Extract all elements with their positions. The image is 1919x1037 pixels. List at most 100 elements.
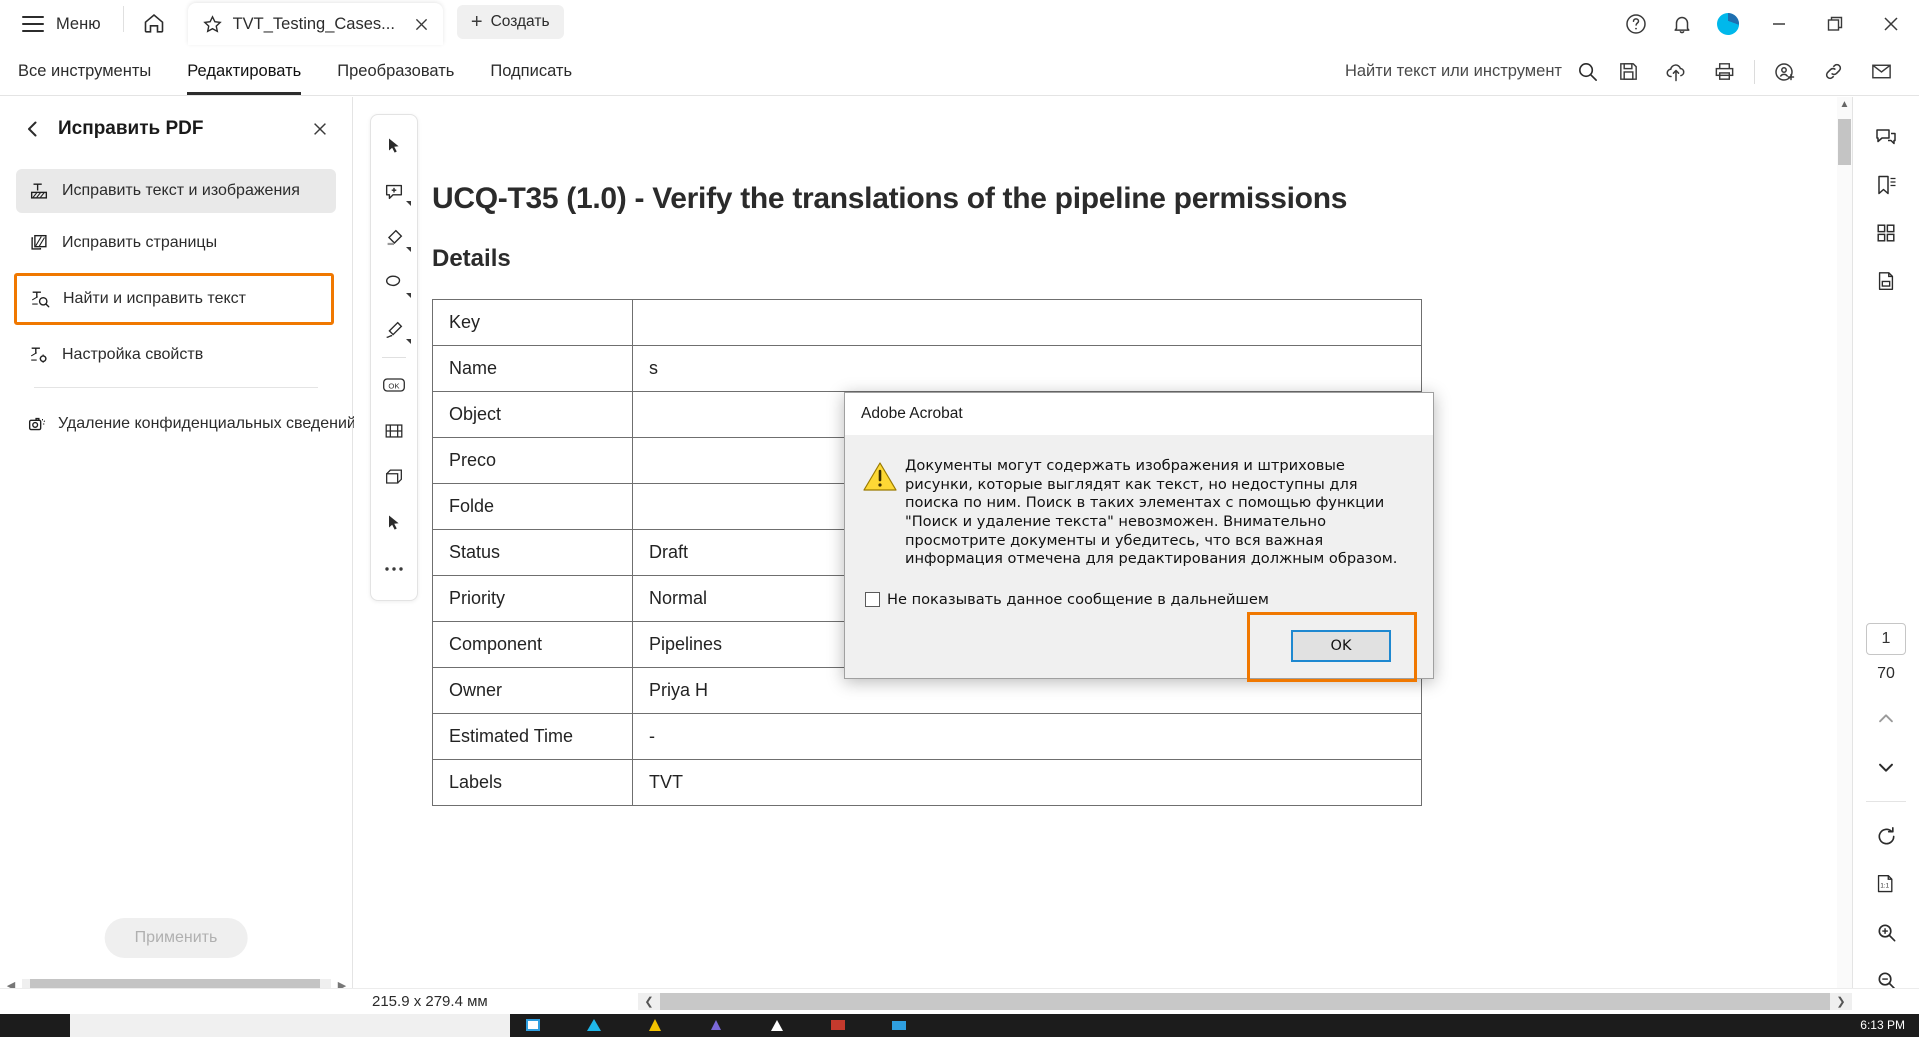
taskbar-app-icon[interactable] (586, 1018, 603, 1033)
media-film-icon[interactable] (374, 408, 414, 454)
dont-show-again-checkbox-row[interactable]: Не показывать данное сообщение в дальней… (845, 569, 1433, 608)
select-tool-icon[interactable] (374, 123, 414, 169)
scroll-right-arrow[interactable]: ❯ (1830, 995, 1852, 1008)
checkbox-label: Не показывать данное сообщение в дальней… (887, 591, 1269, 609)
scroll-thumb[interactable] (1838, 119, 1851, 165)
new-tab-button[interactable]: + Создать (456, 5, 564, 39)
draw-oval-icon[interactable] (374, 261, 414, 307)
object-select-icon[interactable] (374, 500, 414, 546)
taskbar-app-icon[interactable] (769, 1018, 786, 1033)
chevron-down-icon[interactable] (406, 201, 411, 206)
3d-object-icon[interactable] (374, 454, 414, 500)
taskbar-app-icon[interactable] (525, 1018, 542, 1033)
scroll-left-arrow[interactable]: ❮ (638, 995, 660, 1008)
table-cell-key: Owner (432, 667, 633, 714)
close-window-button[interactable] (1863, 0, 1919, 48)
print-icon[interactable] (1700, 49, 1748, 95)
cloud-upload-icon[interactable] (1652, 49, 1700, 95)
ok-button[interactable]: OK (1291, 630, 1391, 663)
search-icon[interactable] (1576, 60, 1599, 83)
close-tab-icon[interactable] (411, 13, 433, 35)
taskbar-app-icon[interactable] (708, 1018, 725, 1033)
highlight-tool-icon[interactable] (374, 215, 414, 261)
help-icon[interactable] (1613, 1, 1659, 47)
sidebar-item-edit-pages[interactable]: Исправить страницы (16, 221, 336, 265)
search-placeholder: Найти текст или инструмент (1344, 62, 1562, 80)
edit-text-image-icon (26, 180, 52, 202)
sidebar-item-edit-text-images[interactable]: Исправить текст и изображения (16, 169, 336, 213)
svg-text:OK: OK (388, 381, 400, 390)
panel-title: Исправить PDF (58, 118, 204, 139)
signature-tool-icon[interactable] (374, 307, 414, 353)
taskbar-icons (525, 1014, 908, 1037)
page-number-input[interactable]: 1 (1866, 623, 1906, 655)
next-page-icon[interactable] (1863, 743, 1909, 791)
table-cell-key: Estimated Time (432, 713, 633, 760)
taskbar-clock: 6:13 PM (1860, 1018, 1905, 1032)
more-tools-icon[interactable] (374, 546, 414, 592)
title-bar-divider (122, 6, 124, 32)
share-link-icon[interactable] (1809, 49, 1857, 95)
search-area[interactable]: Найти текст или инструмент (1345, 60, 1599, 83)
avatar-circle (1717, 13, 1739, 35)
table-cell-key: Key (432, 299, 633, 346)
back-chevron-icon[interactable] (16, 112, 50, 146)
chevron-down-icon[interactable] (406, 339, 411, 344)
apply-button[interactable]: Применить (104, 918, 248, 958)
scroll-up-arrow[interactable]: ▲ (1837, 99, 1852, 115)
add-comment-icon[interactable] (374, 169, 414, 215)
taskbar-app-icon[interactable] (891, 1018, 908, 1033)
zoom-in-icon[interactable] (1863, 908, 1909, 956)
taskbar-app-icon[interactable] (647, 1018, 664, 1033)
tab-sign[interactable]: Подписать (472, 48, 590, 95)
page-document-icon[interactable] (1863, 257, 1909, 305)
table-row: Estimated Time - (432, 713, 1422, 760)
chevron-down-icon[interactable] (406, 247, 411, 252)
taskbar-app-icon[interactable] (830, 1018, 847, 1033)
page-total-label: 70 (1877, 665, 1895, 682)
checkbox[interactable] (865, 592, 880, 608)
edit-pages-icon (26, 232, 52, 254)
tab-edit[interactable]: Редактировать (169, 48, 319, 95)
sidebar-item-properties[interactable]: Настройка свойств (16, 333, 336, 377)
save-icon[interactable] (1604, 49, 1652, 95)
email-icon[interactable] (1857, 49, 1905, 95)
star-icon[interactable] (202, 14, 223, 35)
document-tab[interactable]: TVT_Testing_Cases... (187, 3, 443, 45)
sidebar-item-redact[interactable]: Удаление конфиденциальных сведений (16, 402, 356, 446)
close-panel-icon[interactable] (306, 115, 334, 143)
document-vertical-scrollbar[interactable]: ▲ ▼ (1837, 97, 1852, 1004)
comments-icon[interactable] (1863, 113, 1909, 161)
minimize-button[interactable] (1751, 0, 1807, 48)
hamburger-menu-icon[interactable] (22, 16, 44, 32)
bookmarks-icon[interactable] (1863, 161, 1909, 209)
actual-size-icon[interactable]: 1:1 (1863, 860, 1914, 993)
tab-convert[interactable]: Преобразовать (319, 48, 472, 95)
chevron-down-icon[interactable] (406, 293, 411, 298)
menu-button-label[interactable]: Меню (56, 15, 101, 34)
notifications-bell-icon[interactable] (1659, 1, 1705, 47)
document-horizontal-scrollbar[interactable]: ❮ ❯ (638, 993, 1852, 1010)
add-person-icon[interactable] (1761, 49, 1809, 95)
dialog-message: Документы могут содержать изображения и … (905, 457, 1398, 568)
panel-tool-list: Исправить текст и изображения Исправить … (0, 161, 356, 446)
scroll-track[interactable] (660, 993, 1830, 1010)
quick-tools (1604, 49, 1905, 95)
rotate-icon[interactable] (1863, 812, 1909, 860)
home-icon[interactable] (132, 1, 176, 45)
stamp-ok-icon[interactable]: OK (374, 362, 414, 408)
panel-header: Исправить PDF (0, 97, 352, 161)
dialog-frame: Adobe Acrobat Документы могут содержать … (844, 392, 1434, 683)
previous-page-icon[interactable] (1863, 695, 1909, 743)
taskbar-window-preview[interactable] (70, 1014, 510, 1037)
svg-text:1:1: 1:1 (1880, 882, 1889, 889)
maximize-restore-button[interactable] (1807, 0, 1863, 48)
tab-all-tools[interactable]: Все инструменты (0, 48, 169, 95)
avatar[interactable] (1705, 1, 1751, 47)
thumbnails-icon[interactable] (1863, 209, 1909, 257)
dialog-body: Документы могут содержать изображения и … (845, 435, 1433, 569)
table-cell-value: TVT (632, 759, 1422, 806)
sidebar-item-find-replace-text[interactable]: Найти и исправить текст (14, 273, 334, 325)
table-cell-key: Name (432, 345, 633, 392)
redact-icon (26, 413, 48, 435)
